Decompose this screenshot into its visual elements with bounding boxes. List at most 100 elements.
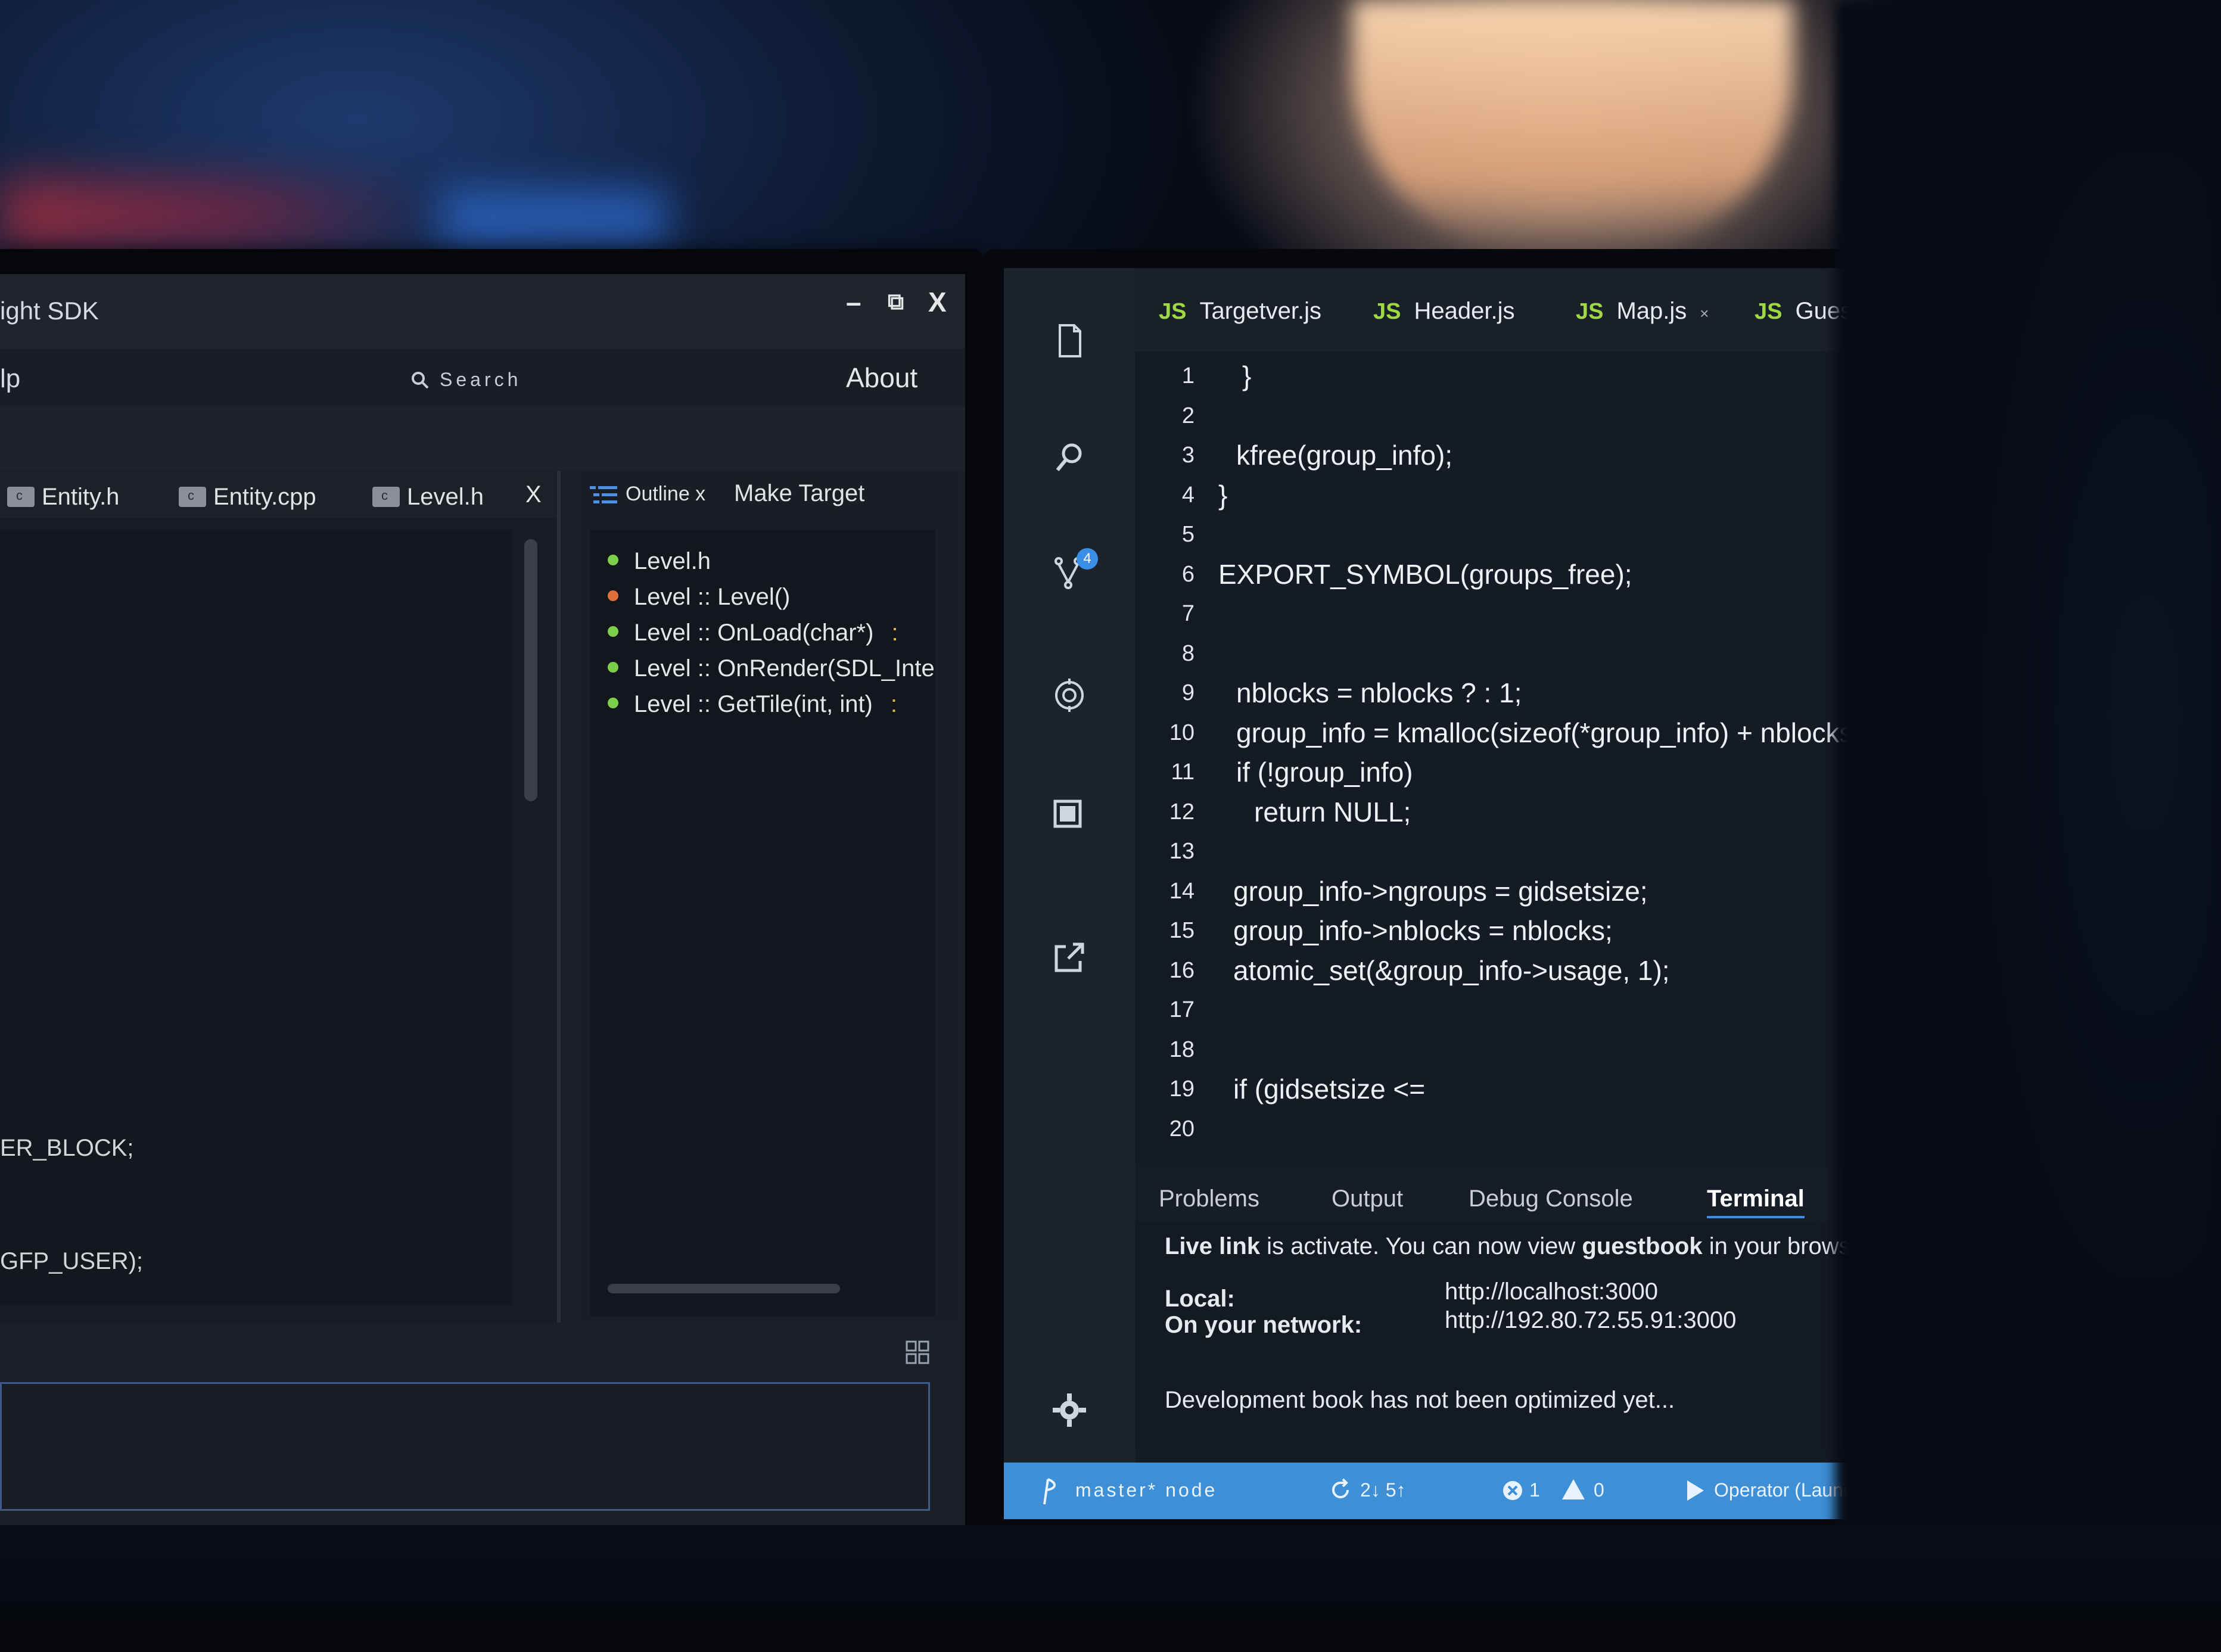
search-icon[interactable] [1050,438,1088,476]
title-bar: ight SDK – ⧉ X [0,274,965,349]
tab-label: Entity.cpp [213,484,316,510]
gear-icon[interactable] [1050,1391,1088,1429]
files-icon[interactable] [1050,322,1088,360]
line-number: 18 [1169,1037,1195,1062]
tab-close-icon[interactable]: × [1700,304,1709,322]
toolbar [0,407,965,469]
code-line: nblocks = nblocks ? : 1; [1236,677,1522,708]
local-url[interactable]: http://localhost:3000 [1445,1278,1658,1305]
sync-icon [1332,1478,1349,1498]
line-number: 16 [1169,957,1195,983]
outline-item-suffix: : [891,620,898,646]
error-count[interactable]: 1 [1529,1479,1540,1501]
tab-entity-cpp[interactable]: Entity.cpp [179,484,316,511]
outline-icon [590,486,617,503]
line-number: 3 [1181,443,1195,468]
line-number: 5 [1181,522,1195,547]
line-number: 19 [1169,1077,1195,1102]
menu-about[interactable]: About [846,362,917,394]
code-line: group_info->nblocks = nblocks; [1233,915,1613,946]
console-input[interactable] [0,1382,930,1511]
extensions-icon[interactable] [1050,795,1088,833]
line-number: 9 [1181,680,1195,705]
outline-item[interactable]: Level :: OnLoad(char*): [608,620,898,646]
editor-pane: Entity.h Entity.cpp Level.h X ER_BLOCK; … [0,471,561,1323]
network-url[interactable]: http://192.80.72.55.91:3000 [1445,1307,1736,1334]
outline-item[interactable]: Level :: GetTile(int, int): [608,691,897,718]
line-number: 17 [1169,997,1195,1022]
tab-map-js[interactable]: JS Map.js × [1576,298,1709,325]
line-number: 2 [1181,403,1195,428]
tab-output[interactable]: Output [1332,1186,1403,1212]
line-number: 4 [1181,482,1195,508]
line-number: 15 [1169,918,1195,943]
close-button[interactable]: X [928,286,947,318]
grid-icon[interactable] [906,1340,929,1364]
outline-item[interactable]: Level :: Level() [608,584,790,611]
search-box[interactable]: Search [405,368,703,391]
line-number: 1 [1181,363,1195,388]
tab-header-js[interactable]: JS Header.js [1373,298,1514,325]
line-number: 7 [1181,601,1195,626]
debug-icon[interactable] [1050,676,1088,714]
background-blue-glow [441,191,667,244]
tab-debug-console[interactable]: Debug Console [1469,1186,1633,1212]
branch-name[interactable]: master* node [1075,1479,1217,1501]
outline-item-label: Level :: Level() [634,584,791,610]
tab-entity-h[interactable]: Entity.h [7,484,119,511]
line-number: 14 [1169,878,1195,904]
outline-item[interactable]: Level :: OnRender(SDL_Inte [608,655,935,682]
terminal-text: is activate. You can now view [1260,1233,1582,1259]
file-icon [372,487,400,507]
tab-terminal[interactable]: Terminal [1707,1186,1805,1218]
tab-outline[interactable]: Outline x [626,483,705,506]
menu-help[interactable]: lp [0,364,20,394]
outline-item[interactable]: Level.h [608,548,711,575]
local-label: Local: [1165,1286,1235,1312]
code-area[interactable]: ER_BLOCK; GFP_USER); [0,530,512,1305]
activity-bar: 4 [1004,268,1135,1519]
branch-icon [1043,1478,1056,1505]
line-number: 13 [1169,839,1195,864]
dot-icon [608,626,618,637]
js-file-icon: JS [1755,299,1783,324]
code-line: atomic_set(&group_info->usage, 1); [1233,954,1670,986]
file-icon [7,487,35,507]
code-line: if (gidsetsize <= [1233,1074,1426,1105]
tab-label: Entity.h [42,484,120,510]
minimize-button[interactable]: – [846,286,861,318]
code-line: } [1218,479,1228,511]
restore-button[interactable]: ⧉ [888,290,904,315]
tab-close-button[interactable]: X [525,481,542,508]
dot-icon [608,698,618,708]
js-file-icon: JS [1373,299,1401,324]
terminal-line: Live link is activate. You can now view … [1165,1233,1851,1260]
code-line: ER_BLOCK; [0,1135,134,1161]
outline-item-label: Level :: GetTile(int, int) [634,691,873,717]
code-line: EXPORT_SYMBOL(groups_free); [1218,558,1632,590]
bottom-panel [0,1340,965,1555]
terminal-text: guestbook [1582,1233,1703,1259]
tab-targetver-js[interactable]: JS Targetver.js [1159,298,1321,325]
line-number: 12 [1169,799,1195,825]
warning-count[interactable]: 0 [1594,1479,1604,1501]
line-number: 10 [1169,720,1195,745]
foreground-person-silhouette [1835,0,2221,1652]
status-bar: master* node 2↓ 5↑ 1 0 Operator (Launch) [1004,1463,1981,1519]
horizontal-scrollbar[interactable] [608,1284,840,1293]
dot-icon [608,555,618,565]
terminal-text: Live link [1165,1233,1261,1259]
outline-list: Level.h Level :: Level() Level :: OnLoad… [590,530,935,1317]
terminal-note: Development book has not been optimized … [1165,1387,1675,1413]
line-number: 6 [1181,561,1195,587]
sync-status[interactable]: 2↓ 5↑ [1360,1479,1405,1501]
external-link-icon[interactable] [1050,938,1088,976]
outline-item-suffix: : [890,691,898,717]
tab-level-h[interactable]: Level.h [372,484,484,511]
editor-tabs: Entity.h Entity.cpp Level.h X [0,471,557,518]
terminal-text: in your brows [1702,1233,1851,1259]
vertical-scrollbar[interactable] [524,539,537,801]
tab-problems[interactable]: Problems [1159,1186,1259,1212]
background-red-glow [0,179,429,250]
tab-make-target[interactable]: Make Target [734,480,864,507]
